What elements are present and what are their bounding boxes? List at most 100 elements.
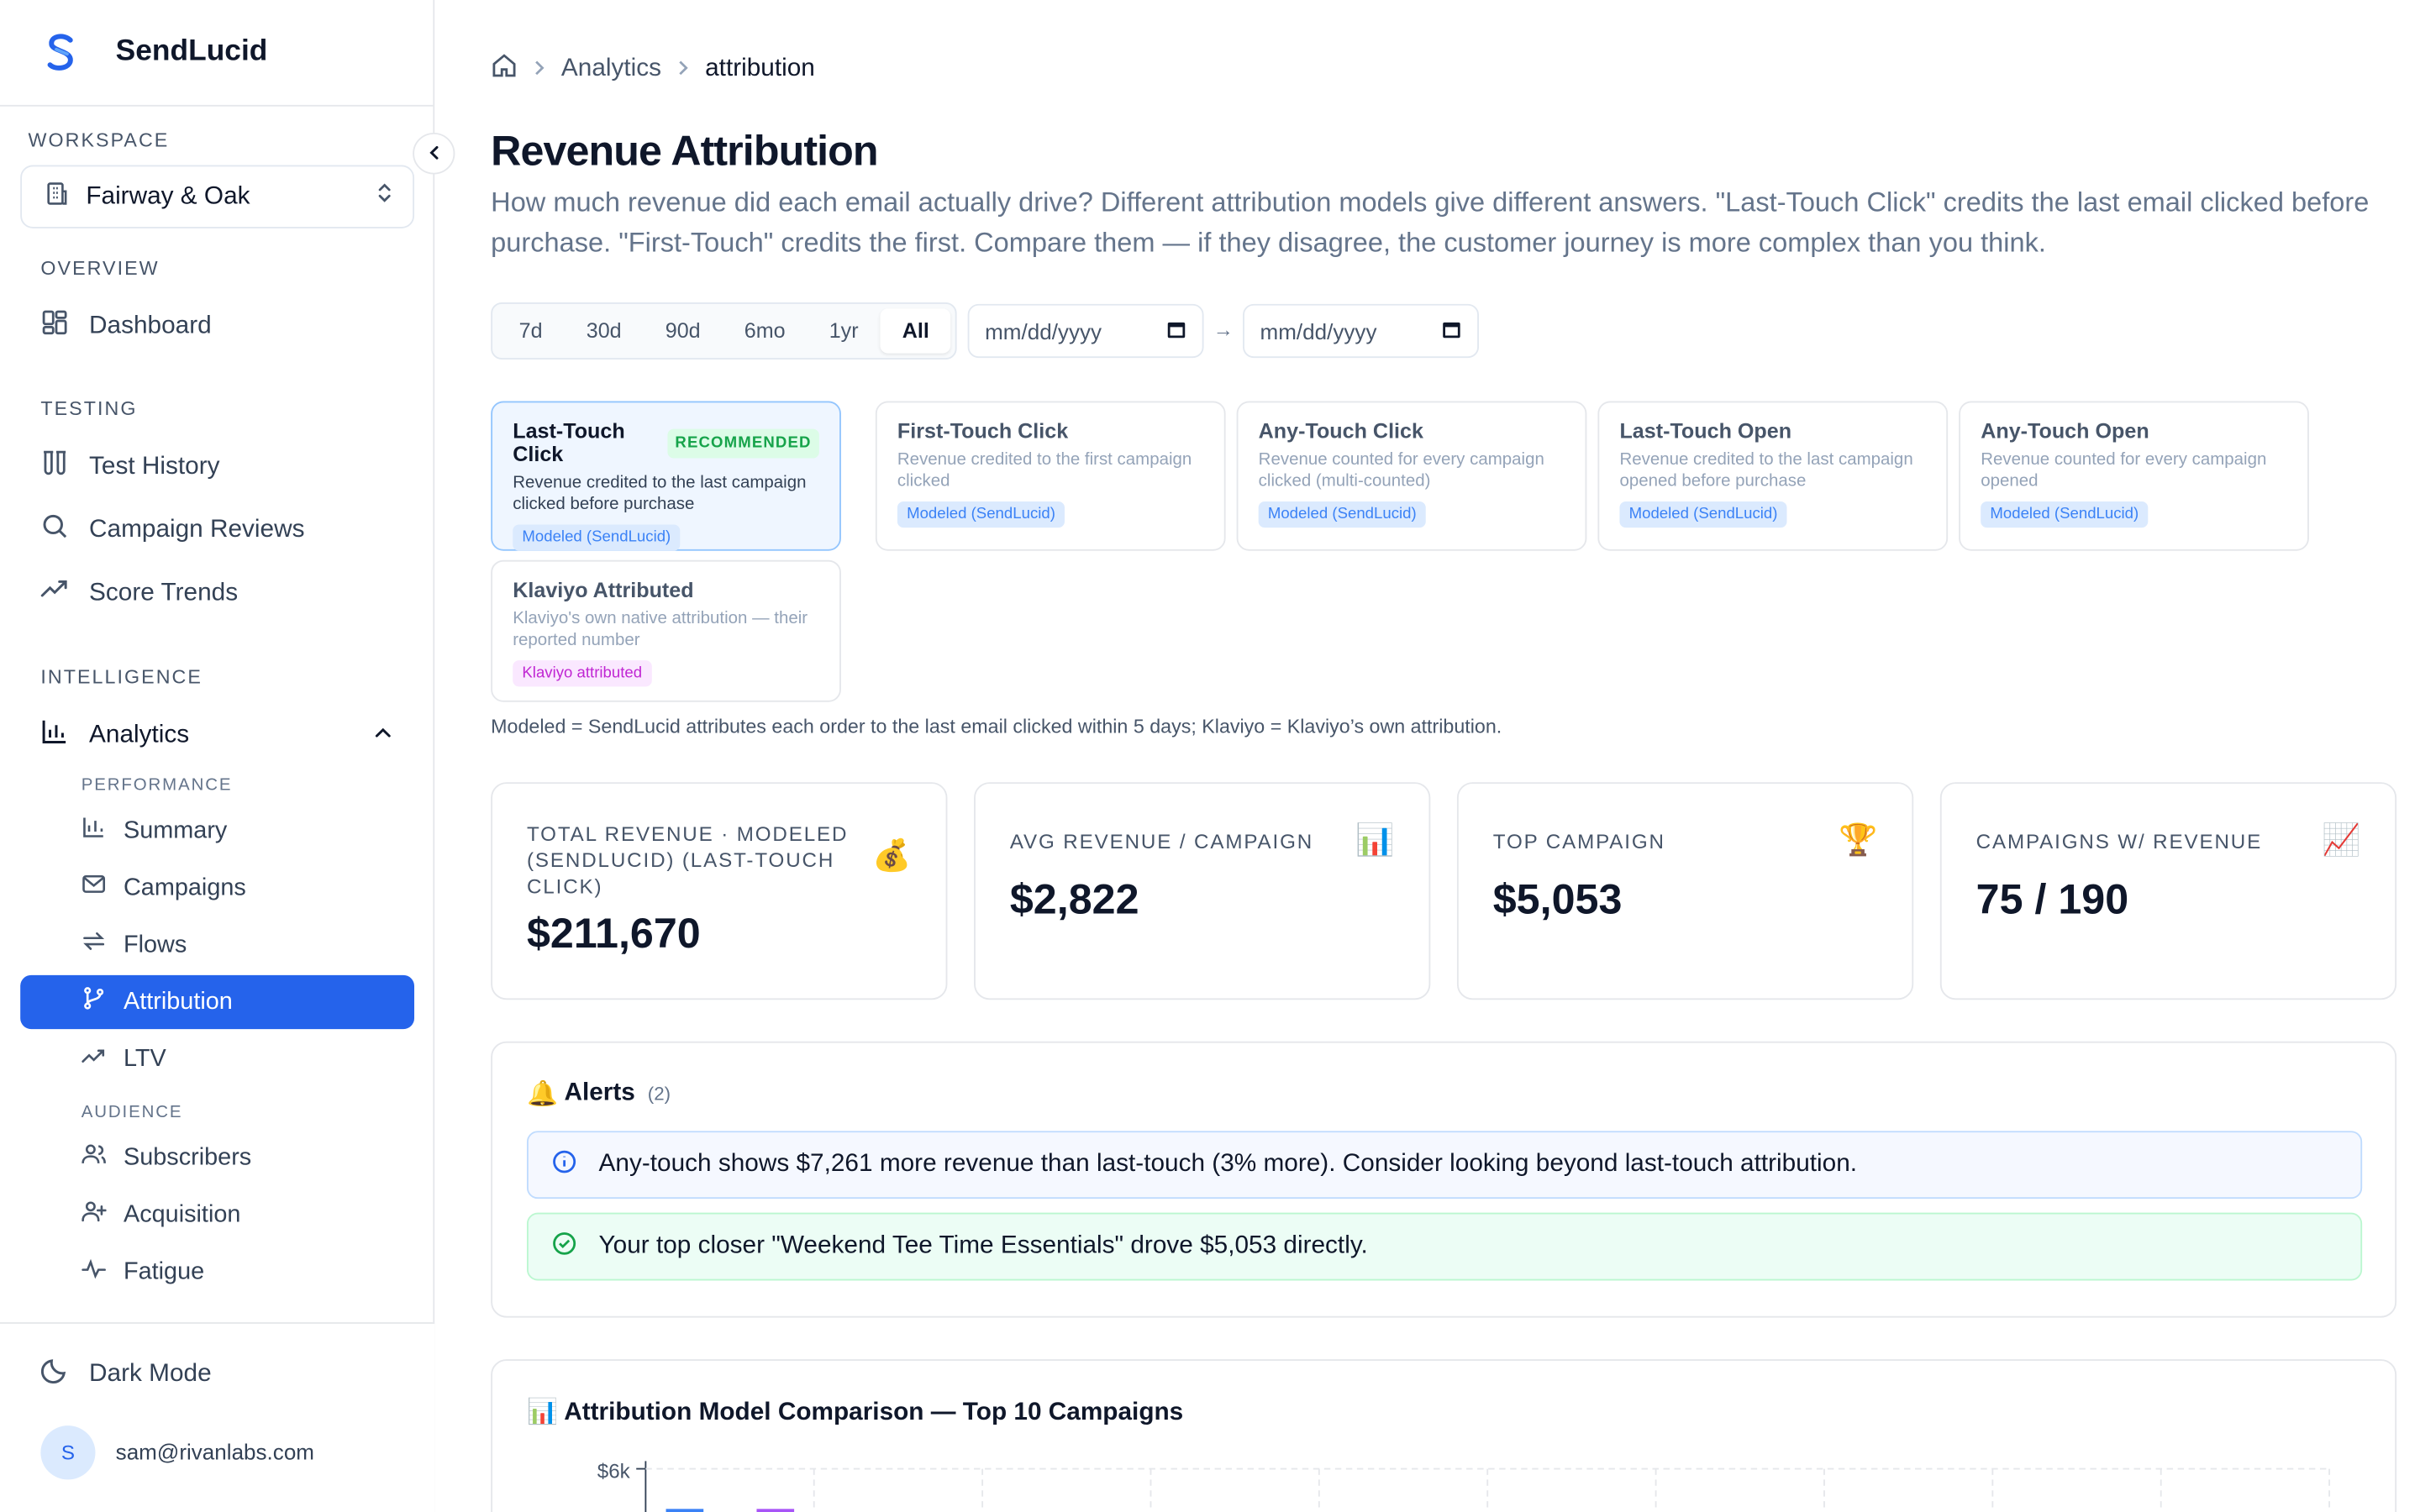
- nav-summary-label: Summary: [123, 816, 228, 843]
- model-card-first-touch-click[interactable]: First-Touch Click Revenue credited to th…: [875, 401, 1226, 551]
- dashboard-icon: [40, 308, 68, 344]
- model-description: Revenue credited to the first campaign c…: [897, 450, 1192, 491]
- nav-flows[interactable]: Flows: [20, 918, 414, 972]
- nav-test-history[interactable]: Test History: [20, 439, 414, 493]
- nav-acquisition-label: Acquisition: [123, 1200, 241, 1228]
- kpi-avg-revenue: AVG REVENUE / CAMPAIGN $2,822 📊: [974, 782, 1431, 1000]
- date-range-selector: 7d 30d 90d 6mo 1yr All: [491, 302, 958, 360]
- date-from-placeholder: mm/dd/yyyy: [985, 318, 1102, 344]
- model-title-text: Any-Touch Click: [1258, 419, 1423, 444]
- model-title-text: Last-Touch Click: [513, 419, 625, 466]
- trend-chart-icon: 📈: [2321, 823, 2361, 858]
- model-title-text: Klaviyo Attributed: [513, 578, 694, 602]
- nav-campaign-reviews[interactable]: Campaign Reviews: [20, 503, 414, 557]
- kpi-top-campaign: TOP CAMPAIGN $5,053 🏆: [1456, 782, 1914, 1000]
- git-branch-icon: [82, 986, 107, 1019]
- page-description: How much revenue did each email actually…: [491, 186, 2370, 258]
- home-icon[interactable]: [491, 52, 518, 86]
- nav-subscribers[interactable]: Subscribers: [20, 1131, 414, 1184]
- range-6mo-button[interactable]: 6mo: [723, 308, 808, 353]
- nav-fatigue-label: Fatigue: [123, 1257, 205, 1285]
- alert-success: Your top closer "Weekend Tee Time Essent…: [526, 1212, 2363, 1281]
- kpi-campaigns-with-revenue: CAMPAIGNS W/ REVENUE 75 / 190 📈: [1939, 782, 2397, 1000]
- range-1yr-button[interactable]: 1yr: [808, 308, 881, 353]
- model-card-any-touch-open[interactable]: Any-Touch Open Revenue counted for every…: [1959, 401, 2309, 551]
- performance-subsection-label: PERFORMANCE: [81, 775, 233, 795]
- trophy-icon: 🏆: [1839, 823, 1878, 858]
- trend-up-icon: [40, 575, 68, 611]
- nav-summary[interactable]: Summary: [20, 804, 414, 858]
- model-card-last-touch-open[interactable]: Last-Touch Open Revenue credited to the …: [1597, 401, 1949, 551]
- range-90d-button[interactable]: 90d: [644, 308, 723, 353]
- model-tag: Modeled (SendLucid): [1619, 501, 1787, 528]
- date-from-input[interactable]: mm/dd/yyyy: [967, 303, 1204, 359]
- brand-name: SendLucid: [115, 35, 268, 68]
- sendlucid-logo-icon: [40, 33, 81, 73]
- avatar[interactable]: S: [40, 1425, 96, 1480]
- repeat-icon: [82, 929, 107, 962]
- chart-title: 📊 Attribution Model Comparison — Top 10 …: [526, 1399, 1184, 1426]
- range-7d-button[interactable]: 7d: [497, 308, 565, 353]
- calendar-icon: [1441, 318, 1461, 343]
- dark-mode-toggle[interactable]: Dark Mode: [20, 1347, 414, 1400]
- building-icon: [44, 180, 71, 213]
- kpi-value: $5,053: [1492, 876, 1623, 923]
- nav-dashboard-label: Dashboard: [89, 312, 212, 339]
- nav-dashboard[interactable]: Dashboard: [20, 299, 414, 353]
- activity-icon: [82, 1256, 107, 1289]
- range-30d-button[interactable]: 30d: [565, 308, 644, 353]
- nav-acquisition[interactable]: Acquisition: [20, 1188, 414, 1242]
- nav-campaigns[interactable]: Campaigns: [20, 861, 414, 915]
- info-icon: [552, 1148, 577, 1181]
- date-to-placeholder: mm/dd/yyyy: [1260, 318, 1377, 344]
- alert-success-text: Your top closer "Weekend Tee Time Essent…: [598, 1232, 1368, 1259]
- chart-icon: 📊: [1355, 823, 1395, 858]
- model-title: Last-Touch Click RECOMMENDED: [513, 420, 819, 466]
- bar-chart-icon: [40, 717, 68, 753]
- money-bag-icon: 💰: [872, 839, 912, 874]
- date-to-input[interactable]: mm/dd/yyyy: [1243, 303, 1479, 359]
- kpi-label: AVG REVENUE / CAMPAIGN: [1009, 830, 1314, 853]
- audience-subsection-label: AUDIENCE: [81, 1103, 183, 1122]
- recommended-badge: RECOMMENDED: [667, 428, 819, 458]
- sidebar-collapse-button[interactable]: [413, 132, 455, 175]
- kpi-value: $211,670: [526, 910, 701, 957]
- model-tag: Modeled (SendLucid): [513, 524, 681, 551]
- nav-score-trends-label: Score Trends: [89, 579, 239, 606]
- nav-score-trends[interactable]: Score Trends: [20, 566, 414, 620]
- alerts-title-text: Alerts: [564, 1079, 635, 1106]
- flask-icon: [40, 449, 68, 484]
- intelligence-section-label: INTELLIGENCE: [40, 666, 203, 689]
- model-card-last-touch-click[interactable]: Last-Touch Click RECOMMENDED Revenue cre…: [491, 401, 841, 551]
- model-card-klaviyo-attributed[interactable]: Klaviyo Attributed Klaviyo's own native …: [491, 559, 841, 702]
- brand[interactable]: SendLucid: [0, 0, 434, 107]
- vertical-grid: [813, 1468, 2331, 1512]
- breadcrumb-separator-icon: [677, 55, 690, 83]
- alerts-count: (2): [647, 1083, 671, 1105]
- user-plus-icon: [82, 1199, 107, 1231]
- nav-fatigue[interactable]: Fatigue: [20, 1245, 414, 1299]
- model-tag: Klaviyo attributed: [513, 660, 652, 687]
- chevron-up-icon: [374, 722, 392, 749]
- chevron-left-icon: [426, 139, 442, 167]
- kpi-total-revenue: TOTAL REVENUE · MODELED (SENDLUCID) (LAS…: [491, 782, 948, 1000]
- kpi-label: CAMPAIGNS W/ REVENUE: [1975, 830, 2263, 853]
- breadcrumb-analytics[interactable]: Analytics: [561, 55, 661, 83]
- testing-section-label: TESTING: [40, 397, 138, 420]
- main-content: Analytics attribution Revenue Attributio…: [436, 0, 2420, 1512]
- nav-test-history-label: Test History: [89, 453, 220, 480]
- model-card-any-touch-click[interactable]: Any-Touch Click Revenue counted for ever…: [1236, 401, 1587, 551]
- dark-mode-label: Dark Mode: [89, 1360, 212, 1387]
- model-title-text: Last-Touch Open: [1619, 419, 1792, 444]
- model-description: Revenue counted for every campaign opene…: [1981, 450, 2267, 491]
- user-email: sam@rivanlabs.com: [115, 1439, 315, 1465]
- nav-ltv[interactable]: LTV: [20, 1032, 414, 1086]
- workspace-select[interactable]: Fairway & Oak: [20, 165, 415, 228]
- bar-series-b: [756, 1509, 795, 1512]
- chart-plot-area: $6k: [597, 1461, 2331, 1512]
- nav-attribution[interactable]: Attribution: [20, 974, 415, 1030]
- model-tag: Modeled (SendLucid): [1258, 501, 1426, 528]
- alert-info: Any-touch shows $7,261 more revenue than…: [526, 1131, 2363, 1200]
- range-all-button[interactable]: All: [880, 308, 951, 354]
- nav-analytics[interactable]: Analytics: [20, 708, 414, 762]
